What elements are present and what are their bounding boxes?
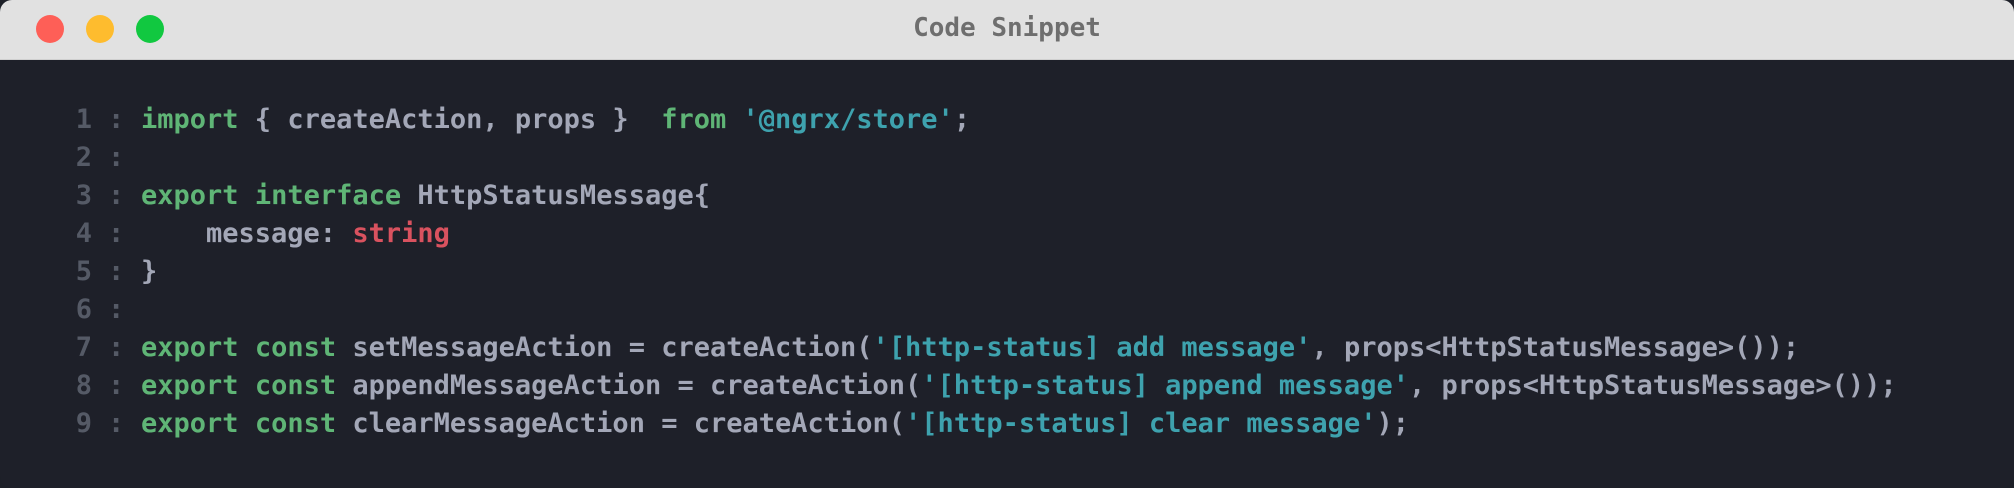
line-number: 9: [75, 408, 92, 439]
line-content: import { createAction, props } from '@ng…: [141, 101, 970, 139]
line-number: 3: [75, 180, 92, 211]
line-number: 7: [75, 332, 92, 363]
code-token-str: '@ngrx/store': [742, 104, 954, 135]
line-separator: :: [108, 256, 125, 287]
line-content: export const clearMessageAction = create…: [141, 405, 1409, 443]
code-line: 9: export const clearMessageAction = crea…: [0, 405, 2014, 443]
code-line: 4: message: string: [0, 215, 2014, 253]
code-line: 3: export interface HttpStatusMessage{: [0, 177, 2014, 215]
line-number: 6: [75, 294, 92, 325]
code-line: 7: export const setMessageAction = create…: [0, 329, 2014, 367]
code-token-plain: message:: [141, 218, 353, 249]
line-separator: :: [108, 408, 125, 439]
code-block: 1: import { createAction, props } from '@…: [0, 101, 2014, 443]
code-token-plain: appendMessageAction = createAction(: [336, 370, 922, 401]
code-token-str: '[http-status] clear message': [905, 408, 1377, 439]
code-token-kw: const: [254, 332, 337, 363]
code-token-kw: export: [141, 332, 239, 363]
window-title: Code Snippet: [913, 13, 1101, 43]
line-separator: :: [108, 218, 125, 249]
line-separator: :: [108, 142, 125, 173]
code-token-plain: clearMessageAction = createAction(: [336, 408, 906, 439]
code-token-str: '[http-status] append message': [921, 370, 1409, 401]
code-line: 8: export const appendMessageAction = cre…: [0, 367, 2014, 405]
line-content: export interface HttpStatusMessage{: [141, 177, 710, 215]
code-line: 2:: [0, 139, 2014, 177]
code-token-kw: from: [661, 104, 727, 135]
code-snippet-window: Code Snippet 1: import { createAction, pr…: [0, 0, 2014, 488]
line-number: 4: [75, 218, 92, 249]
code-line: 5:}: [0, 253, 2014, 291]
code-token-plain: setMessageAction = createAction(: [336, 332, 873, 363]
code-token-kw: export: [141, 180, 239, 211]
line-number: 1: [75, 104, 92, 135]
line-number: 2: [75, 142, 92, 173]
code-token-kw: import: [141, 104, 239, 135]
line-separator: :: [108, 104, 125, 135]
code-line: 6:: [0, 291, 2014, 329]
code-token-str: '[http-status] add message': [872, 332, 1312, 363]
code-token-type: string: [352, 218, 450, 249]
line-content: }: [141, 253, 157, 291]
line-separator: :: [108, 294, 125, 325]
line-separator: :: [108, 180, 125, 211]
code-line: 1: import { createAction, props } from '@…: [0, 101, 2014, 139]
line-content: message: string: [141, 215, 450, 253]
line-content: export const appendMessageAction = creat…: [141, 367, 1897, 405]
code-token-plain: HttpStatusMessage{: [401, 180, 710, 211]
code-token-plain: , props<HttpStatusMessage>());: [1311, 332, 1800, 363]
code-token-plain: , props<HttpStatusMessage>());: [1408, 370, 1897, 401]
code-token-kw: export: [141, 408, 239, 439]
code-token-kw: export: [141, 370, 239, 401]
title-bar: Code Snippet: [0, 0, 2014, 60]
line-separator: :: [108, 370, 125, 401]
code-token-plain: );: [1376, 408, 1409, 439]
code-token-plain: ;: [953, 104, 971, 135]
code-token-kw: const: [254, 408, 337, 439]
code-token-plain: { createAction, props }: [238, 104, 662, 135]
code-token-plain: }: [141, 256, 158, 287]
line-content: export const setMessageAction = createAc…: [141, 329, 1799, 367]
code-token-kw: interface: [254, 180, 402, 211]
line-number: 8: [75, 370, 92, 401]
line-separator: :: [108, 332, 125, 363]
line-number: 5: [75, 256, 92, 287]
code-token-kw: const: [254, 370, 337, 401]
